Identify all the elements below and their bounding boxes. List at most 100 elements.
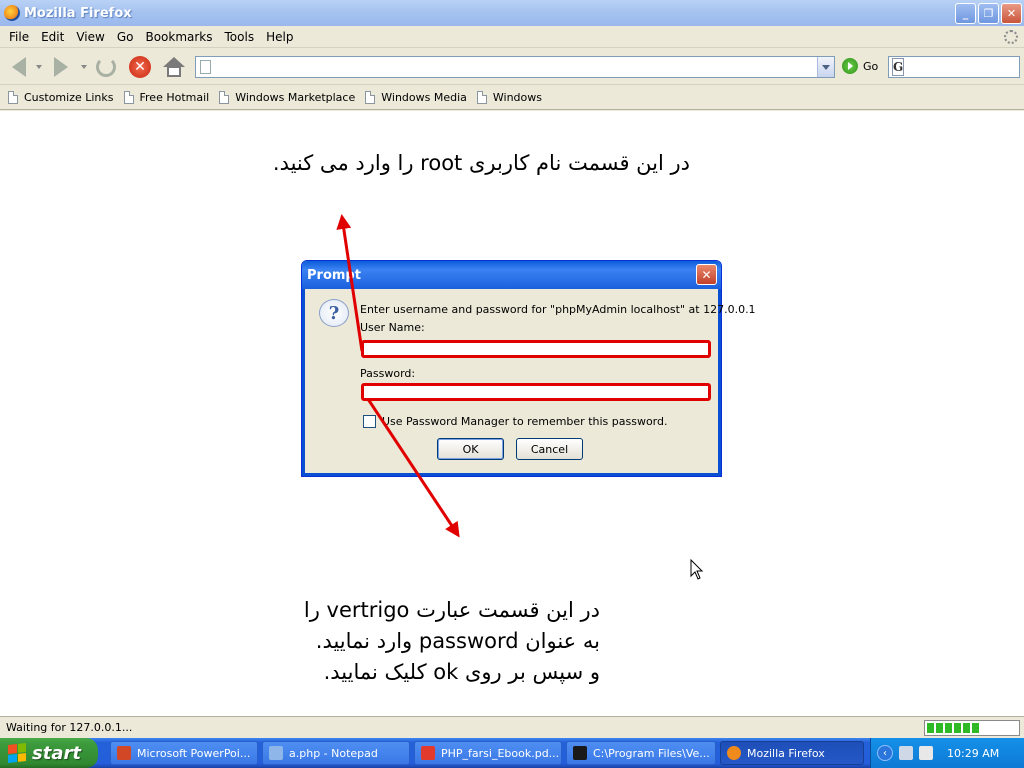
reload-button[interactable] <box>93 54 119 80</box>
username-field[interactable] <box>361 340 711 358</box>
bookmark-label: Windows Media <box>381 91 467 104</box>
username-instruction: در این قسمت نام کاربری root را وارد می ک… <box>272 151 690 175</box>
username-input[interactable] <box>364 345 708 357</box>
home-icon <box>163 57 185 77</box>
forward-history-dropdown-icon[interactable] <box>81 65 87 69</box>
home-button[interactable] <box>161 54 187 80</box>
url-bar[interactable] <box>195 56 835 78</box>
status-text: Waiting for 127.0.0.1... <box>6 721 133 734</box>
bookmarks-toolbar: Customize Links Free Hotmail Windows Mar… <box>0 86 1024 110</box>
network-icon[interactable] <box>899 746 913 760</box>
search-input[interactable] <box>904 58 1024 76</box>
task-label: C:\Program Files\Ve... <box>593 746 710 760</box>
start-label: start <box>32 742 81 764</box>
chevron-down-icon <box>822 64 830 70</box>
bookmark-label: Free Hotmail <box>139 91 210 104</box>
remember-password-row[interactable]: Use Password Manager to remember this pa… <box>363 415 667 428</box>
windows-logo-icon <box>8 743 26 763</box>
forward-arrow-icon <box>54 57 68 77</box>
minimize-button[interactable]: _ <box>955 3 976 24</box>
menu-bar: File Edit View Go Bookmarks Tools Help <box>0 26 1024 48</box>
stop-icon: ✕ <box>129 56 151 78</box>
stop-button[interactable]: ✕ <box>127 54 153 80</box>
command-prompt-icon <box>573 746 587 760</box>
bookmark-windows-media[interactable]: Windows Media <box>365 91 467 104</box>
task-label: a.php - Notepad <box>289 746 378 760</box>
task-notepad[interactable]: a.php - Notepad <box>262 741 410 765</box>
remember-password-label: Use Password Manager to remember this pa… <box>382 415 668 428</box>
back-history-dropdown-icon[interactable] <box>36 65 42 69</box>
bookmark-free-hotmail[interactable]: Free Hotmail <box>123 91 210 104</box>
bookmark-windows[interactable]: Windows <box>476 91 542 104</box>
search-engine-icon[interactable]: G <box>892 58 905 76</box>
dialog-close-button[interactable]: ✕ <box>696 264 717 285</box>
menu-go[interactable]: Go <box>111 30 140 44</box>
task-powerpoint[interactable]: Microsoft PowerPoi... <box>110 741 258 765</box>
bookmark-label: Windows Marketplace <box>235 91 356 104</box>
bookmark-windows-marketplace[interactable]: Windows Marketplace <box>219 91 355 104</box>
dialog-title: Prompt <box>307 267 361 283</box>
question-icon: ? <box>319 299 349 327</box>
window-controls: _ ❐ ✕ <box>955 3 1022 24</box>
firefox-icon <box>4 5 20 21</box>
clock[interactable]: 10:29 AM <box>947 747 999 760</box>
task-label: Microsoft PowerPoi... <box>137 746 251 760</box>
powerpoint-icon <box>117 746 131 760</box>
cancel-button[interactable]: Cancel <box>516 438 583 460</box>
menu-help[interactable]: Help <box>260 30 299 44</box>
go-arrow-icon <box>842 58 858 74</box>
menu-tools[interactable]: Tools <box>219 30 261 44</box>
menu-file[interactable]: File <box>3 30 35 44</box>
progress-meter <box>924 719 1020 736</box>
taskbar: start Microsoft PowerPoi... a.php - Note… <box>0 738 1024 768</box>
password-instruction: در این قسمت عبارت vertrigo را به عنوان p… <box>240 595 600 688</box>
pdf-icon <box>421 746 435 760</box>
bookmark-label: Windows <box>492 91 542 104</box>
show-hidden-icons-button[interactable]: ‹ <box>877 745 893 761</box>
dialog-message: Enter username and password for "phpMyAd… <box>360 303 756 316</box>
password-label: Password: <box>360 367 416 380</box>
go-button[interactable]: Go <box>842 58 878 74</box>
url-input[interactable] <box>196 57 796 77</box>
bookmark-customize-links[interactable]: Customize Links <box>8 91 114 104</box>
menu-view[interactable]: View <box>70 30 110 44</box>
forward-button[interactable] <box>48 54 74 80</box>
task-command-prompt[interactable]: C:\Program Files\Ve... <box>566 741 716 765</box>
close-window-button[interactable]: ✕ <box>1001 3 1022 24</box>
task-pdf-reader[interactable]: PHP_farsi_Ebook.pd... <box>414 741 562 765</box>
security-shield-icon[interactable] <box>919 746 933 760</box>
remember-password-checkbox[interactable] <box>363 415 376 428</box>
page-content: در این قسمت نام کاربری root را وارد می ک… <box>0 111 1024 716</box>
bookmark-page-icon <box>476 91 487 104</box>
prompt-dialog: Prompt ✕ ? Enter username and password f… <box>301 260 756 477</box>
reload-icon <box>96 57 116 77</box>
window-titlebar: Mozilla Firefox _ ❐ ✕ <box>0 0 1024 26</box>
bookmark-page-icon <box>8 91 18 104</box>
password-input[interactable] <box>364 388 708 400</box>
url-history-dropdown[interactable] <box>817 57 834 77</box>
bookmark-page-icon <box>365 91 376 104</box>
navigation-toolbar: ✕ Go G <box>0 49 1024 85</box>
go-label: Go <box>863 59 879 73</box>
status-bar: Waiting for 127.0.0.1... <box>0 716 1024 738</box>
maximize-button[interactable]: ❐ <box>978 3 999 24</box>
back-button[interactable] <box>6 54 32 80</box>
menu-edit[interactable]: Edit <box>35 30 70 44</box>
start-button[interactable]: start <box>0 738 98 768</box>
password-field[interactable] <box>361 383 711 401</box>
back-arrow-icon <box>12 57 26 77</box>
task-label: PHP_farsi_Ebook.pd... <box>441 746 560 760</box>
mouse-cursor-icon <box>690 559 704 580</box>
task-firefox[interactable]: Mozilla Firefox <box>720 741 864 765</box>
username-label: User Name: <box>360 321 425 334</box>
dialog-titlebar: Prompt <box>302 261 721 289</box>
instruction-line: به عنوان password وارد نمایید. <box>315 629 600 653</box>
ok-button[interactable]: OK <box>437 438 504 460</box>
instruction-line: در این قسمت عبارت vertrigo را <box>303 598 600 622</box>
search-bar[interactable]: G <box>888 56 1024 78</box>
instruction-line: و سپس بر روی ok کلیک نمایید. <box>323 660 600 684</box>
window-title: Mozilla Firefox <box>24 5 132 21</box>
menu-bookmarks[interactable]: Bookmarks <box>139 30 218 44</box>
system-tray: ‹ 10:29 AM <box>870 738 1024 768</box>
dialog-body: ? Enter username and password for "phpMy… <box>302 289 756 476</box>
